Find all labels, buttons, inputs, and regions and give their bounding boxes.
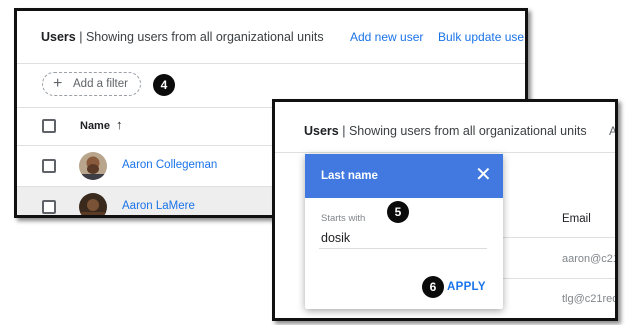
starts-with-label: Starts with <box>321 213 366 224</box>
users-header: Users | Showing users from all organizat… <box>17 11 525 64</box>
email-column-header[interactable]: Email <box>562 213 591 225</box>
page-title: Users | Showing users from all organizat… <box>304 124 587 138</box>
row-divider <box>503 278 615 279</box>
select-all-checkbox[interactable] <box>42 119 56 133</box>
add-filter-label: Add a filter <box>73 78 128 90</box>
starts-with-input[interactable] <box>319 228 487 249</box>
row-checkbox[interactable] <box>42 159 56 173</box>
row-divider <box>503 237 615 238</box>
sort-ascending-icon[interactable]: ↑ <box>116 117 123 132</box>
email-cell: tlg@c21red <box>562 293 618 305</box>
avatar <box>79 193 107 215</box>
step-badge-5: 5 <box>387 201 409 223</box>
step-badge-4: 4 <box>153 74 175 96</box>
truncated-header-link[interactable]: A <box>609 124 615 138</box>
email-cell: aaron@c21 <box>562 253 618 265</box>
name-column-header[interactable]: Name <box>80 120 110 132</box>
step-badge-6: 6 <box>422 276 444 298</box>
apply-button[interactable]: APPLY <box>447 281 486 293</box>
filter-popup-screenshot: Users | Showing users from all organizat… <box>272 99 618 321</box>
add-filter-button[interactable]: + Add a filter <box>42 72 141 96</box>
avatar <box>79 152 107 180</box>
popup-title: Last name <box>321 170 378 182</box>
last-name-filter-popup: Last name ✕ Starts with APPLY <box>305 154 503 309</box>
header-divider <box>275 152 615 153</box>
row-checkbox[interactable] <box>42 200 56 214</box>
add-new-user-link[interactable]: Add new user <box>350 30 423 44</box>
bulk-update-users-link[interactable]: Bulk update users <box>438 30 525 44</box>
popup-header: Last name ✕ <box>305 154 503 198</box>
user-name-link[interactable]: Aaron Collegeman <box>122 159 217 171</box>
plus-icon: + <box>53 75 63 92</box>
user-name-link[interactable]: Aaron LaMere <box>122 200 195 212</box>
page-title: Users | Showing users from all organizat… <box>41 30 324 44</box>
close-icon[interactable]: ✕ <box>475 162 492 187</box>
